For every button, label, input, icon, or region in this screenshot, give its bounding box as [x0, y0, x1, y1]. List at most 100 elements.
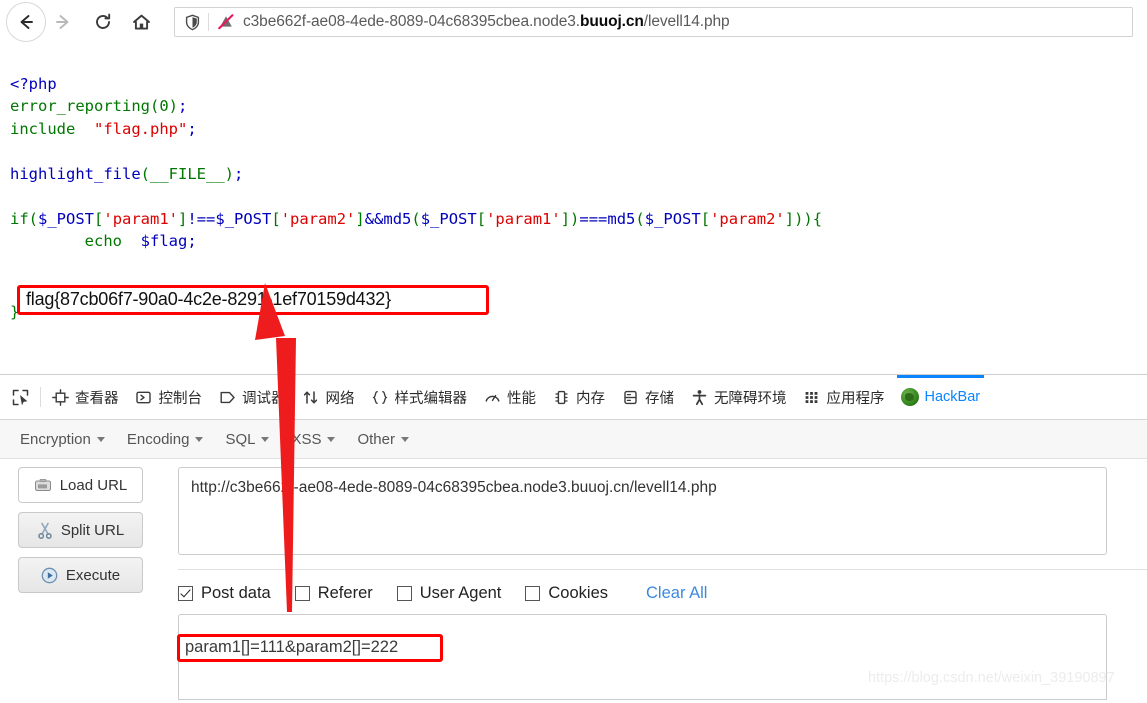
url-prefix: c3be662f-ae08-4ede-8089-04c68395cbea.nod… — [243, 13, 580, 30]
load-url-icon — [34, 478, 51, 491]
url-suffix: /levell14.php — [643, 13, 730, 30]
menu-label: XSS — [291, 430, 322, 448]
page-viewport: <?php error_reporting(0); include "flag.… — [0, 44, 1147, 374]
checkbox-label: Referer — [317, 583, 373, 602]
php-source-code: <?php error_reporting(0); include "flag.… — [10, 74, 823, 251]
execute-button[interactable]: Execute — [18, 557, 143, 593]
forward-arrow-icon — [56, 15, 69, 29]
checkbox-post-data[interactable]: Post data — [178, 584, 271, 603]
debugger-icon — [218, 388, 236, 406]
checkbox-label: Cookies — [548, 583, 609, 602]
forward-button[interactable] — [46, 5, 80, 39]
element-picker-button[interactable] — [0, 375, 40, 419]
checkbox-box[interactable] — [525, 585, 541, 601]
hackbar-menubar: Encryption Encoding SQL XSS Other — [0, 420, 1147, 459]
checkbox-user-agent[interactable]: User Agent — [396, 583, 502, 603]
tab-label: 控制台 — [158, 390, 203, 407]
tab-label: 存储 — [645, 390, 674, 407]
tab-debugger[interactable]: 调试器 — [210, 375, 294, 419]
console-icon — [135, 388, 153, 406]
checkbox-box[interactable] — [294, 585, 310, 601]
tab-label: 样式编辑器 — [394, 390, 468, 407]
tab-performance[interactable]: 性能 — [475, 375, 544, 419]
menu-label: Other — [357, 430, 395, 448]
tab-hackbar[interactable]: HackBar — [893, 375, 989, 419]
tabbar-divider — [40, 387, 41, 407]
checkbox-box[interactable] — [178, 585, 193, 601]
tab-inspector[interactable]: 查看器 — [43, 375, 127, 419]
chevron-down-icon — [400, 436, 409, 442]
memory-icon — [552, 388, 570, 406]
element-picker-icon — [12, 389, 28, 405]
tab-label: 网络 — [325, 390, 355, 407]
menu-xss[interactable]: XSS — [291, 430, 336, 448]
hackbar-fields: http://c3be662f-ae08-4ede-8089-04c68395c… — [160, 459, 1147, 703]
devtools-tabbar: 查看器 控制台 调试器 网络 样式编辑器 性能 内存 存储 无障碍环境 应用程序… — [0, 375, 1147, 420]
tracker-blocked-glyph — [218, 14, 234, 30]
tab-accessibility[interactable]: 无障碍环境 — [682, 375, 795, 419]
split-url-button[interactable]: Split URL — [18, 512, 143, 548]
url-domain: buuoj.cn — [580, 13, 644, 30]
tab-label: 性能 — [507, 390, 536, 407]
tab-storage[interactable]: 存储 — [613, 375, 682, 419]
back-button[interactable] — [6, 2, 46, 42]
button-label: Split URL — [60, 521, 125, 539]
hackbar-body: Load URL Split URL Execute http://c3be66… — [0, 459, 1147, 703]
performance-icon — [483, 388, 501, 406]
devtools-panel: 查看器 控制台 调试器 网络 样式编辑器 性能 内存 存储 无障碍环境 应用程序… — [0, 374, 1147, 702]
checkbox-label: User Agent — [419, 583, 502, 602]
tab-style-editor[interactable]: 样式编辑器 — [363, 375, 476, 419]
home-icon — [132, 14, 150, 30]
address-bar[interactable]: c3be662f-ae08-4ede-8089-04c68395cbea.nod… — [174, 7, 1133, 37]
post-data-value: param1[]=111&param2[]=222 — [185, 638, 399, 656]
button-label: Load URL — [59, 476, 128, 494]
application-icon — [803, 388, 821, 406]
chevron-down-icon — [195, 436, 204, 442]
shield-glyph — [185, 14, 200, 30]
tab-label: 无障碍环境 — [714, 390, 787, 407]
tab-application[interactable]: 应用程序 — [795, 375, 893, 419]
hackbar-action-buttons: Load URL Split URL Execute — [18, 467, 143, 593]
storage-icon — [621, 388, 639, 406]
hackbar-icon — [900, 388, 919, 406]
hackbar-options-row: Post data Referer User Agent Cookies Cle… — [178, 569, 1147, 608]
menu-label: SQL — [225, 430, 256, 448]
accessibility-icon — [690, 388, 708, 406]
shield-icon[interactable] — [175, 14, 208, 31]
checkbox-label: Post data — [201, 583, 271, 602]
url-input[interactable]: http://c3be662f-ae08-4ede-8089-04c68395c… — [178, 467, 1107, 555]
style-editor-icon — [371, 388, 389, 406]
flag-output-text: flag{87cb06f7-90a0-4c2e-8291-1ef70159d43… — [26, 289, 391, 309]
tab-network[interactable]: 网络 — [294, 375, 363, 419]
address-bar-url: c3be662f-ae08-4ede-8089-04c68395cbea.nod… — [243, 13, 730, 31]
back-arrow-icon — [20, 15, 33, 29]
clear-all-link[interactable]: Clear All — [646, 584, 707, 603]
chevron-down-icon — [261, 436, 270, 442]
reload-button[interactable] — [86, 5, 120, 39]
tab-memory[interactable]: 内存 — [544, 375, 613, 419]
chevron-down-icon — [327, 436, 336, 442]
tab-label: HackBar — [924, 389, 981, 405]
checkbox-referer[interactable]: Referer — [294, 583, 373, 603]
checkbox-box[interactable] — [396, 585, 412, 601]
checkbox-cookies[interactable]: Cookies — [525, 584, 608, 603]
tab-label: 查看器 — [75, 390, 119, 407]
tab-label: 调试器 — [242, 390, 286, 407]
menu-encryption[interactable]: Encryption — [20, 431, 105, 448]
menu-label: Encoding — [126, 430, 190, 448]
tracker-blocked-icon[interactable] — [209, 13, 243, 31]
chevron-down-icon — [96, 436, 105, 442]
reload-icon — [96, 13, 111, 29]
menu-other[interactable]: Other — [357, 431, 409, 448]
network-icon — [302, 388, 320, 406]
load-url-button[interactable]: Load URL — [18, 467, 143, 503]
tab-console[interactable]: 控制台 — [127, 375, 211, 419]
menu-sql[interactable]: SQL — [225, 430, 270, 448]
button-label: Execute — [65, 566, 121, 584]
inspector-icon — [51, 388, 69, 406]
browser-toolbar: c3be662f-ae08-4ede-8089-04c68395cbea.nod… — [0, 0, 1147, 45]
watermark-text: https://blog.csdn.net/weixin_39190897 — [868, 670, 1115, 686]
home-button[interactable] — [124, 5, 158, 39]
menu-encoding[interactable]: Encoding — [127, 431, 204, 448]
tab-label: 内存 — [576, 390, 605, 407]
